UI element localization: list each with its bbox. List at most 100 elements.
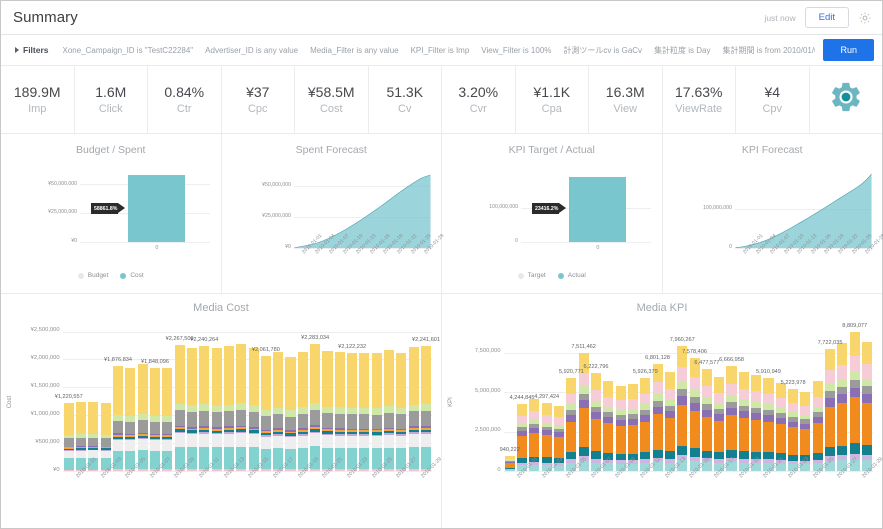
kpi-card-cost[interactable]: ¥58.5M Cost (295, 66, 369, 133)
chart-panel-kpi-target-actual[interactable]: KPI Target / Actual 100,000,000 0 0 23416.2%… (442, 134, 663, 293)
stacked-bar[interactable] (763, 377, 774, 471)
legend-item[interactable]: Budget (77, 272, 108, 279)
stacked-bar[interactable] (384, 349, 395, 471)
kpi-label: Cpa (541, 103, 562, 115)
stacked-bar[interactable] (396, 352, 407, 471)
kpi-card-cpv[interactable]: ¥4 Cpv (736, 66, 810, 133)
stacked-bar[interactable] (652, 363, 663, 471)
bar-segment (603, 423, 614, 454)
stacked-bar[interactable] (223, 346, 234, 471)
bar-segment (236, 433, 247, 447)
stacked-bar[interactable] (211, 348, 222, 471)
stacked-bar[interactable] (615, 385, 626, 471)
stacked-bar[interactable] (861, 341, 873, 471)
variance-value: 23416.2% (534, 205, 559, 212)
kpi-card-cv[interactable]: 51.3K Cv (369, 66, 442, 133)
kpi-card-click[interactable]: 1.6M Click (75, 66, 148, 133)
filter-chip[interactable]: Xone_Campaign_ID is "TestC22284" (63, 46, 194, 55)
stacked-bar[interactable] (322, 350, 333, 471)
edit-button[interactable]: Edit (804, 7, 849, 28)
filter-chip[interactable]: Media_Filter is any value (310, 46, 398, 55)
bar-segment (825, 391, 836, 398)
stacked-bar[interactable] (517, 404, 528, 471)
stacked-bar[interactable] (186, 348, 197, 471)
kpi-card-cvr[interactable]: 3.20% Cvr (442, 66, 516, 133)
stacked-bar[interactable] (677, 345, 688, 471)
gridline (62, 331, 433, 333)
stacked-bar[interactable] (689, 357, 700, 471)
stacked-bar[interactable] (849, 332, 860, 471)
stacked-bar[interactable] (347, 352, 358, 471)
kpi-card-cpc[interactable]: ¥37 Cpc (222, 66, 295, 133)
stacked-bar[interactable] (310, 343, 321, 471)
stacked-bar[interactable] (100, 402, 111, 471)
stacked-bar[interactable] (837, 343, 848, 471)
stacked-bar[interactable] (174, 344, 185, 471)
stacked-bar[interactable] (297, 352, 308, 471)
bar-segment (812, 453, 823, 460)
stacked-bar[interactable] (76, 402, 87, 471)
run-button[interactable]: Run (823, 39, 874, 61)
filter-chip[interactable]: Advertiser_ID is any value (205, 46, 298, 55)
legend-item[interactable]: Cost (120, 272, 144, 279)
chart-panel-budget-spent[interactable]: Budget / Spent ¥50,000,000 ¥25,000,000 ¥0 0 5… (1, 134, 222, 293)
stacked-bar[interactable] (359, 352, 370, 471)
kpi-card-view[interactable]: 16.3M View (589, 66, 663, 133)
filters-toggle[interactable]: Filters (15, 45, 49, 55)
kpi-card-imp[interactable]: 189.9M Imp (1, 66, 75, 133)
filter-chip[interactable]: KPI_Filter is Imp (411, 46, 470, 55)
bar-segment (714, 414, 725, 421)
stacked-bar[interactable] (371, 353, 382, 471)
bar-actual[interactable] (128, 174, 186, 242)
stacked-bar[interactable] (640, 377, 651, 471)
chart-panel-media-kpi[interactable]: Media KPI 7,500,000 5,000,000 2,500,000 0 KPI… (442, 294, 883, 528)
stacked-bar[interactable] (812, 381, 823, 471)
kpi-card-ctr[interactable]: 0.84% Ctr (148, 66, 222, 133)
bar-segment (88, 401, 99, 435)
stacked-bar[interactable] (408, 346, 419, 471)
stacked-bar[interactable] (788, 388, 799, 471)
filter-chip[interactable]: View_Filter is 100% (481, 46, 551, 55)
bar-actual[interactable] (569, 176, 627, 242)
stacked-bar[interactable] (149, 368, 161, 471)
kpi-card-viewrate[interactable]: 17.63% ViewRate (663, 66, 736, 133)
filter-chip[interactable]: 集計期間 is from 2010/01/01 until 2010 (723, 45, 816, 56)
kpi-settings-button[interactable] (810, 66, 883, 133)
legend-item[interactable]: Target (517, 272, 546, 279)
legend-item[interactable]: Actual (557, 272, 586, 279)
chart-panel-media-cost[interactable]: Media Cost ¥2,500,000 ¥2,000,000 ¥1,500,000… (1, 294, 443, 528)
bar-segment (578, 400, 589, 409)
y-axis-tick-label: ¥2,500,000 (30, 327, 60, 334)
stacked-bar[interactable] (199, 346, 210, 471)
stacked-bar[interactable] (285, 357, 296, 471)
bar-segment (211, 348, 222, 406)
bar-segment (273, 352, 284, 408)
stacked-bar[interactable] (714, 376, 725, 471)
bar-segment (763, 393, 774, 405)
stacked-bar[interactable] (420, 346, 432, 471)
stacked-bar[interactable] (334, 352, 345, 471)
stacked-bar[interactable] (541, 403, 552, 471)
stacked-bar[interactable] (236, 344, 247, 471)
stacked-bar[interactable] (63, 403, 74, 471)
filter-chip[interactable]: 集計粒度 is Day (654, 45, 710, 56)
chart-panel-spent-forecast[interactable]: Spent Forecast ¥50,000,000 ¥25,000,000 ¥0 20… (222, 134, 446, 293)
stacked-bar[interactable] (248, 348, 259, 471)
kpi-card-cpa[interactable]: ¥1.1K Cpa (516, 66, 589, 133)
chart-panel-kpi-forecast[interactable]: KPI Forecast 100,000,000 0 2010-01-01 2010-0… (663, 134, 883, 293)
stacked-bar[interactable] (738, 371, 749, 471)
filter-chip[interactable]: 計測ツールcv is GaCv (563, 45, 642, 56)
stacked-bar[interactable] (273, 352, 284, 471)
bar-segment (162, 440, 173, 452)
stacked-bar[interactable] (664, 371, 675, 471)
stacked-bar[interactable] (825, 349, 836, 471)
bar-segment (149, 368, 161, 417)
stacked-bar[interactable] (566, 377, 577, 471)
settings-gear-icon[interactable] (858, 11, 872, 25)
stacked-bar[interactable] (590, 373, 602, 471)
stacked-bar[interactable] (504, 456, 515, 471)
bar-segment (825, 370, 836, 385)
stacked-bar[interactable] (260, 356, 271, 471)
bar-data-label: ¥2,240,264 (190, 337, 219, 344)
stacked-bar[interactable] (125, 367, 136, 471)
